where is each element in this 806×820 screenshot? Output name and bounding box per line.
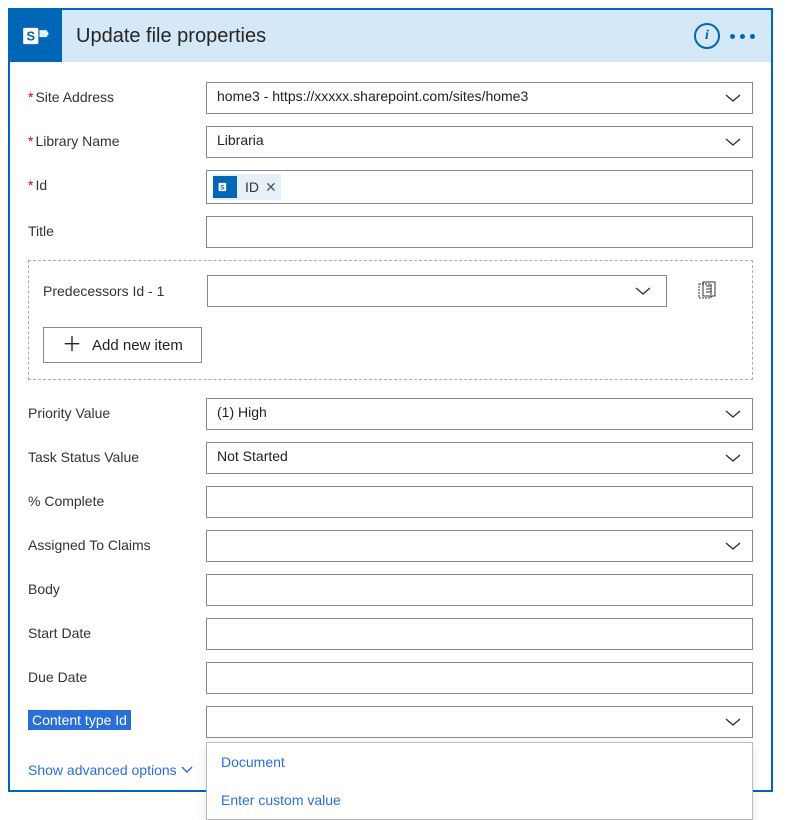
dropdown-item-document[interactable]: Document: [207, 743, 752, 781]
chevron-down-icon: [634, 286, 652, 296]
title-label: Title: [28, 223, 54, 239]
predecessors-label: Predecessors Id - 1: [43, 283, 207, 299]
task-status-value: Not Started: [217, 448, 288, 464]
priority-select[interactable]: (1) High: [206, 398, 753, 430]
task-status-label: Task Status Value: [28, 449, 139, 465]
due-date-label: Due Date: [28, 669, 87, 685]
site-address-value: home3 - https://xxxxx.sharepoint.com/sit…: [217, 88, 528, 104]
add-new-item-button[interactable]: ＋ Add new item: [43, 327, 202, 363]
content-type-dropdown: Document Enter custom value: [206, 742, 753, 820]
due-date-input[interactable]: [206, 662, 753, 694]
add-new-item-label: Add new item: [92, 337, 183, 354]
card-body: Site Address home3 - https://xxxxx.share…: [10, 62, 771, 790]
priority-value: (1) High: [217, 404, 267, 420]
priority-label: Priority Value: [28, 405, 110, 421]
library-name-value: Libraria: [217, 132, 264, 148]
start-date-label: Start Date: [28, 625, 91, 641]
sharepoint-token-icon: S: [213, 176, 237, 198]
content-type-select[interactable]: [206, 706, 753, 738]
body-label: Body: [28, 581, 60, 597]
card-title: Update file properties: [62, 25, 694, 48]
library-name-select[interactable]: Libraria: [206, 126, 753, 158]
token-remove-icon[interactable]: ✕: [265, 179, 277, 196]
library-name-label: Library Name: [28, 133, 119, 149]
id-token-label: ID: [245, 179, 259, 195]
start-date-input[interactable]: [206, 618, 753, 650]
id-label: Id: [28, 177, 47, 193]
chevron-down-icon: [724, 137, 742, 147]
body-input[interactable]: [206, 574, 753, 606]
predecessors-group: Predecessors Id - 1 ＋ Add new item: [28, 260, 753, 380]
assigned-to-label: Assigned To Claims: [28, 537, 151, 553]
percent-complete-input[interactable]: [206, 486, 753, 518]
card-header: S Update file properties i: [10, 10, 771, 62]
info-icon[interactable]: i: [694, 23, 720, 49]
chevron-down-icon: [181, 766, 193, 774]
site-address-select[interactable]: home3 - https://xxxxx.sharepoint.com/sit…: [206, 82, 753, 114]
chevron-down-icon: [724, 409, 742, 419]
content-type-label: Content type Id: [28, 710, 131, 730]
id-token: S ID ✕: [213, 174, 281, 200]
assigned-to-select[interactable]: [206, 530, 753, 562]
dynamic-content-icon[interactable]: [697, 281, 717, 301]
sharepoint-logo-icon: S: [10, 10, 62, 62]
id-input[interactable]: S ID ✕: [206, 170, 753, 204]
title-input[interactable]: [206, 216, 753, 248]
chevron-down-icon: [724, 541, 742, 551]
site-address-label: Site Address: [28, 89, 114, 105]
show-advanced-link[interactable]: Show advanced options: [28, 762, 193, 778]
show-advanced-label: Show advanced options: [28, 762, 177, 778]
more-icon[interactable]: [730, 34, 755, 39]
svg-text:S: S: [26, 29, 35, 44]
percent-complete-label: % Complete: [28, 493, 104, 509]
chevron-down-icon: [724, 453, 742, 463]
action-card: S Update file properties i Site Address …: [8, 8, 773, 792]
svg-text:S: S: [220, 184, 225, 191]
dropdown-item-custom[interactable]: Enter custom value: [207, 781, 752, 819]
chevron-down-icon: [724, 93, 742, 103]
chevron-down-icon: [724, 717, 742, 727]
task-status-select[interactable]: Not Started: [206, 442, 753, 474]
predecessors-select[interactable]: [207, 275, 667, 307]
